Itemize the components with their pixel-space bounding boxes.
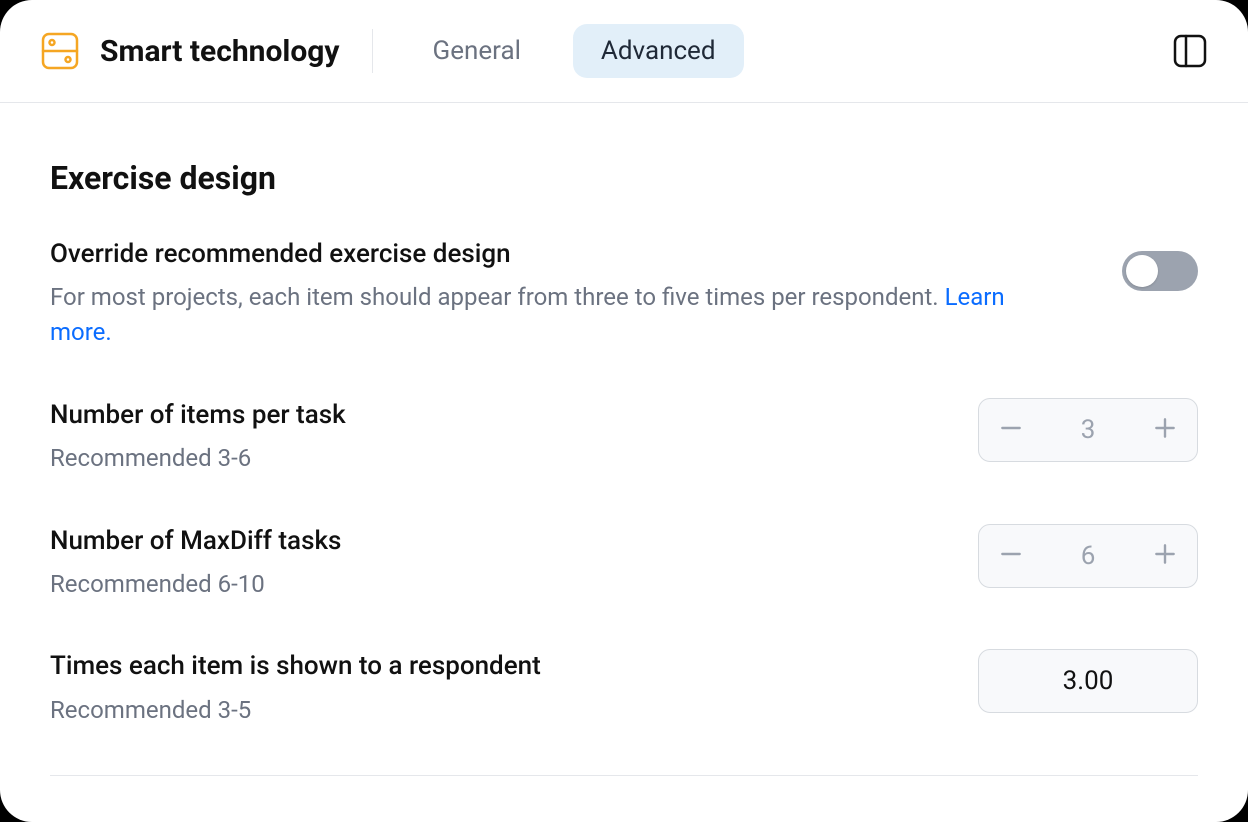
override-title: Override recommended exercise design (50, 237, 1082, 272)
tab-advanced[interactable]: Advanced (573, 24, 744, 78)
items-per-task-sub: Recommended 3-6 (50, 441, 938, 476)
section-heading: Exercise design (50, 159, 1198, 197)
times-shown-sub: Recommended 3-5 (50, 693, 938, 728)
settings-body: Exercise design Override recommended exe… (0, 103, 1248, 776)
maxdiff-tasks-decrement[interactable] (979, 524, 1043, 588)
minus-icon (998, 415, 1024, 445)
page-title: Smart technology (100, 34, 340, 69)
maxdiff-tasks-title: Number of MaxDiff tasks (50, 524, 938, 559)
times-shown-title: Times each item is shown to a respondent (50, 649, 938, 684)
times-shown-value: 3.00 (978, 649, 1198, 713)
maxdiff-tasks-sub: Recommended 6-10 (50, 567, 938, 602)
plus-icon (1152, 541, 1178, 571)
maxdiff-tasks-value: 6 (1043, 541, 1133, 571)
header: Smart technology General Advanced (0, 0, 1248, 103)
override-sub: For most projects, each item should appe… (50, 280, 1050, 350)
settings-card: Smart technology General Advanced Exerci… (0, 0, 1248, 822)
tabs: General Advanced (405, 24, 744, 78)
header-divider (372, 29, 373, 73)
row-times-shown: Times each item is shown to a respondent… (50, 649, 1198, 727)
smart-technology-icon (40, 31, 80, 71)
maxdiff-tasks-increment[interactable] (1133, 524, 1197, 588)
override-sub-text: For most projects, each item should appe… (50, 283, 945, 311)
items-per-task-increment[interactable] (1133, 398, 1197, 462)
plus-icon (1152, 415, 1178, 445)
section-divider (50, 775, 1198, 776)
row-override: Override recommended exercise design For… (50, 237, 1198, 350)
items-per-task-value: 3 (1043, 415, 1133, 445)
row-items-per-task: Number of items per task Recommended 3-6… (50, 398, 1198, 476)
items-per-task-title: Number of items per task (50, 398, 938, 433)
maxdiff-tasks-stepper: 6 (978, 524, 1198, 588)
override-toggle[interactable] (1122, 251, 1198, 291)
tab-general[interactable]: General (405, 24, 549, 78)
minus-icon (998, 541, 1024, 571)
items-per-task-stepper: 3 (978, 398, 1198, 462)
items-per-task-decrement[interactable] (979, 398, 1043, 462)
panel-toggle-button[interactable] (1172, 33, 1208, 69)
row-maxdiff-tasks: Number of MaxDiff tasks Recommended 6-10… (50, 524, 1198, 602)
toggle-knob (1126, 255, 1158, 287)
